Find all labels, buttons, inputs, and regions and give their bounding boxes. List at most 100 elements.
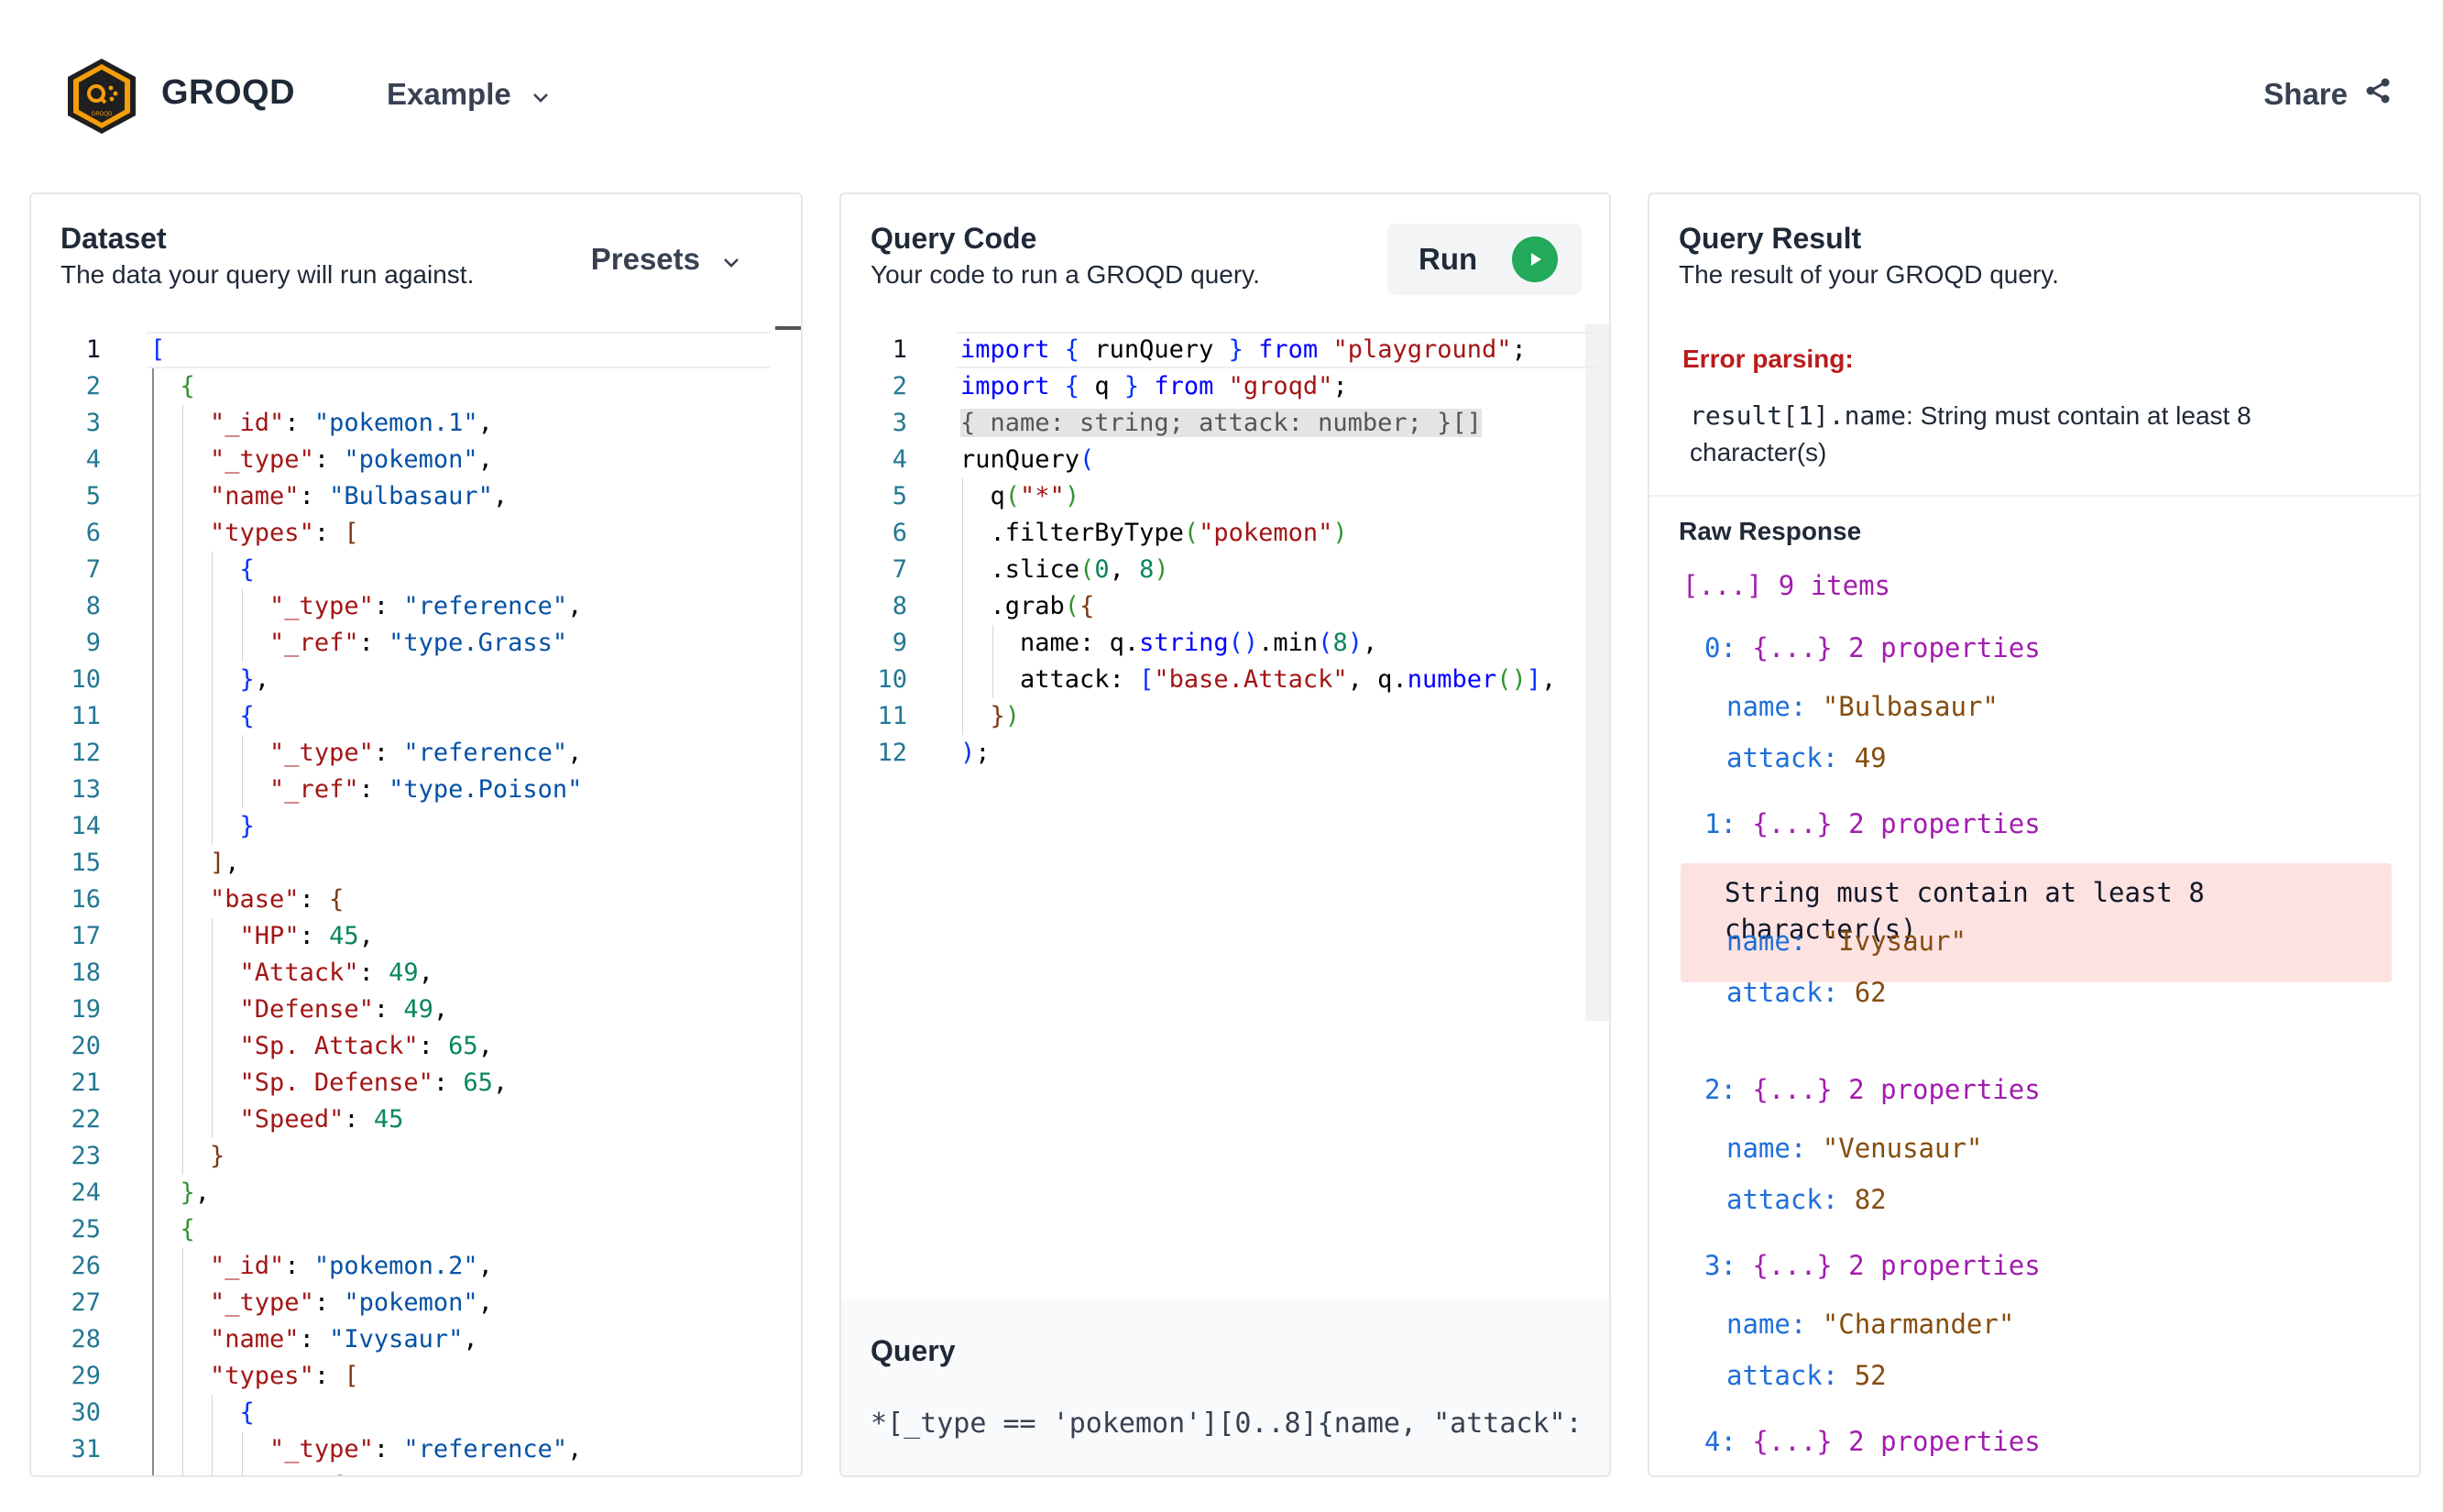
- code-line[interactable]: attack: ["base.Attack", q.number()],: [960, 662, 1556, 698]
- tree-item[interactable]: 4: {...} 2 properties: [1704, 1426, 2041, 1457]
- code-line[interactable]: },: [150, 1175, 211, 1211]
- run-button[interactable]: Run: [1387, 224, 1582, 295]
- code-token: "Ivysaur": [329, 1325, 464, 1353]
- code-line[interactable]: "_type": "pokemon",: [150, 1285, 493, 1321]
- code-line[interactable]: [: [150, 332, 165, 368]
- code-token: }: [990, 702, 1005, 730]
- indent-guide: [241, 1431, 243, 1468]
- code-line[interactable]: }): [960, 698, 1021, 735]
- code-line[interactable]: "Speed": 45: [150, 1101, 404, 1138]
- code-line[interactable]: {: [150, 698, 255, 735]
- tree-root[interactable]: [...] 9 items: [1682, 570, 1890, 601]
- code-token: "name": [210, 482, 300, 510]
- line-number: 16: [71, 885, 101, 914]
- code-token: "_type": [269, 592, 374, 620]
- code-line[interactable]: "name": "Ivysaur",: [150, 1321, 478, 1358]
- groqd-logo[interactable]: GROQD: [62, 57, 141, 136]
- code-token: "base": [210, 885, 300, 914]
- code-line[interactable]: "base": {: [150, 882, 344, 918]
- code-line[interactable]: .grab({: [960, 588, 1095, 625]
- code-token: ]: [1526, 665, 1542, 694]
- indent-guide: [152, 588, 154, 625]
- code-line[interactable]: {: [150, 368, 195, 405]
- code-line[interactable]: }: [150, 1138, 225, 1175]
- indent-guide: [152, 698, 154, 735]
- tree-token: 1:: [1704, 808, 1736, 839]
- indent-guide: [212, 1028, 213, 1065]
- code-line[interactable]: "_type": "reference",: [150, 1431, 582, 1468]
- indent-guide: [212, 552, 213, 588]
- code-line[interactable]: "Attack": 49,: [150, 955, 433, 992]
- code-line[interactable]: "_ref": "type.Grass": [150, 1468, 567, 1475]
- code-token: :: [373, 1435, 404, 1463]
- code-line[interactable]: .slice(0, 8): [960, 552, 1169, 588]
- code-line[interactable]: name: q.string().min(8),: [960, 625, 1377, 662]
- code-token: "_ref": [269, 775, 359, 804]
- code-line[interactable]: "_type": "reference",: [150, 735, 582, 772]
- code-token: :: [313, 519, 345, 547]
- code-token: 0: [1094, 555, 1110, 584]
- code-token: ): [1064, 482, 1080, 510]
- code-line[interactable]: .filterByType("pokemon"): [960, 515, 1348, 552]
- indent-guide: [181, 1431, 183, 1468]
- code-line[interactable]: }: [150, 808, 255, 845]
- code-line[interactable]: runQuery(: [960, 442, 1094, 478]
- code-token: "base.Attack": [1154, 665, 1348, 694]
- line-number: 4: [892, 445, 907, 474]
- code-line[interactable]: "_ref": "type.Grass": [150, 625, 567, 662]
- code-line[interactable]: "_type": "pokemon",: [150, 442, 493, 478]
- indent-guide: [181, 882, 183, 918]
- code-line[interactable]: "_id": "pokemon.1",: [150, 405, 493, 442]
- indent-guide: [181, 1065, 183, 1101]
- code-line[interactable]: "_ref": "type.Poison": [150, 772, 582, 808]
- code-token: [: [150, 335, 166, 364]
- code-line[interactable]: "name": "Bulbasaur",: [150, 478, 508, 515]
- tree-item[interactable]: 2: {...} 2 properties: [1704, 1074, 2041, 1105]
- line-number: 24: [71, 1178, 101, 1207]
- query-result-title: Query Result: [1679, 222, 1862, 255]
- code-line[interactable]: {: [150, 1395, 255, 1431]
- presets-dropdown[interactable]: Presets: [591, 242, 740, 277]
- code-line[interactable]: );: [960, 735, 991, 772]
- indent-guide: [212, 698, 213, 735]
- code-token: :: [313, 1362, 345, 1390]
- code-line[interactable]: "Defense": 49,: [150, 992, 449, 1028]
- code-token: .slice: [990, 555, 1080, 584]
- code-line[interactable]: import { q } from "groqd";: [960, 368, 1348, 405]
- code-token: :: [344, 1105, 374, 1134]
- indent-guide: [212, 1065, 213, 1101]
- share-button[interactable]: Share: [2263, 77, 2392, 112]
- app-header: GROQD GROQD Example Share: [0, 0, 2443, 183]
- indent-guide: [962, 698, 963, 735]
- code-line[interactable]: ],: [150, 845, 240, 882]
- code-token: (): [1496, 665, 1527, 694]
- example-dropdown[interactable]: Example: [387, 77, 550, 112]
- code-line[interactable]: },: [150, 662, 270, 698]
- code-line[interactable]: import { runQuery } from "playground";: [960, 332, 1527, 368]
- line-number: 9: [892, 629, 907, 657]
- code-line[interactable]: q("*"): [960, 478, 1080, 515]
- code-line[interactable]: "_type": "reference",: [150, 588, 582, 625]
- tree-token: [1838, 977, 1854, 1008]
- code-line[interactable]: "_id": "pokemon.2",: [150, 1248, 493, 1285]
- code-line[interactable]: "HP": 45,: [150, 918, 374, 955]
- editor-scrollbar[interactable]: [1585, 324, 1609, 1021]
- line-number: 1: [85, 335, 101, 364]
- code-token: "playground": [1332, 335, 1512, 364]
- indent-guide: [152, 1468, 154, 1475]
- code-line[interactable]: {: [150, 552, 255, 588]
- tree-item[interactable]: 0: {...} 2 properties: [1704, 632, 2041, 663]
- code-token: ]: [210, 849, 225, 877]
- tree-item[interactable]: 1: {...} 2 properties: [1704, 808, 2041, 839]
- code-token: }: [239, 812, 255, 840]
- code-line[interactable]: "Sp. Defense": 65,: [150, 1065, 509, 1101]
- code-line[interactable]: {: [150, 1211, 195, 1248]
- code-line[interactable]: "Sp. Attack": 65,: [150, 1028, 493, 1065]
- line-number: 17: [71, 922, 101, 950]
- editor-scrollbar[interactable]: [775, 326, 801, 359]
- tree-item[interactable]: 3: {...} 2 properties: [1704, 1250, 2041, 1281]
- code-line[interactable]: { name: string; attack: number; }[]: [960, 405, 1482, 442]
- code-token: from: [1139, 372, 1229, 400]
